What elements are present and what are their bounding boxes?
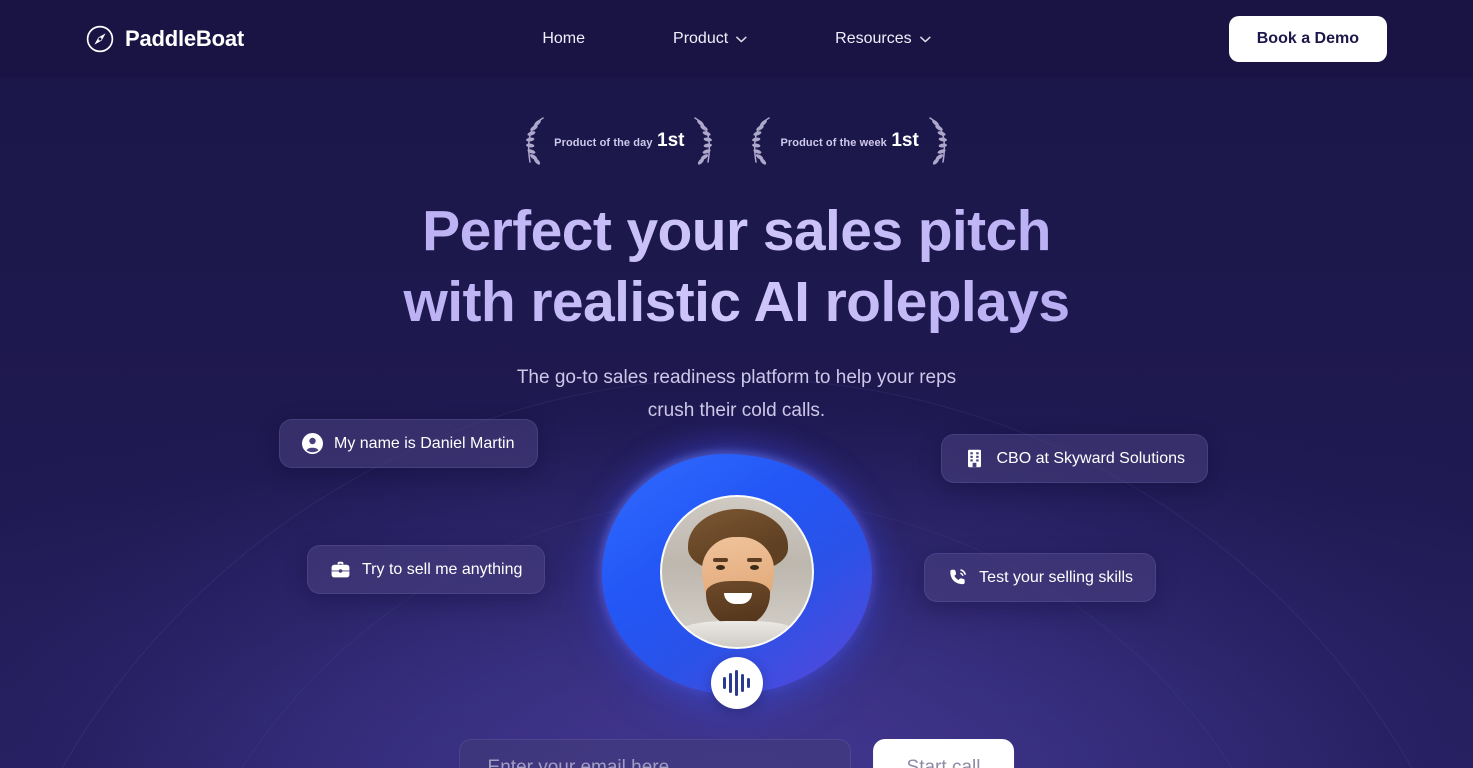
signup-cta: Start call: [458, 739, 1015, 768]
avatar-blob: [583, 436, 890, 713]
waveform-bar: [747, 678, 750, 689]
landing-page: PaddleBoat Home Product Resources Book a…: [0, 0, 1473, 768]
waveform-bar: [729, 673, 732, 694]
start-call-button[interactable]: Start call: [872, 739, 1015, 768]
award-badge-label: Product of the day: [554, 137, 653, 150]
email-input[interactable]: [458, 739, 851, 768]
nav-item-product[interactable]: Product: [629, 20, 791, 58]
brand-name: PaddleBoat: [125, 26, 245, 51]
audio-waveform-icon[interactable]: [710, 657, 763, 710]
subheading-line-2: crush their cold calls.: [647, 400, 826, 422]
main-navigation: Home Product Resources: [498, 20, 974, 58]
nav-item-label: Resources: [835, 30, 912, 47]
award-badge-product-of-the-day: Product of the day 1st: [522, 116, 716, 166]
laurel-right-icon: [923, 116, 951, 166]
hero-section: Product of the day 1st Product of the we…: [0, 78, 1473, 714]
book-a-demo-button[interactable]: Book a Demo: [1228, 16, 1387, 62]
award-badge-rank: 1st: [891, 130, 919, 152]
award-badge-label: Product of the week: [780, 137, 887, 150]
laurel-right-icon: [688, 116, 716, 166]
award-badge-product-of-the-week: Product of the week 1st: [748, 116, 950, 166]
compass-icon: [86, 25, 114, 53]
chevron-down-icon: [736, 36, 747, 43]
laurel-left-icon: [748, 116, 776, 166]
avatar-brow-right: [746, 557, 762, 562]
award-badge-text: Product of the week 1st: [778, 129, 920, 153]
award-badges: Product of the day 1st Product of the we…: [0, 116, 1473, 166]
avatar-brow-left: [712, 557, 728, 562]
waveform-bar: [741, 674, 744, 693]
nav-item-resources[interactable]: Resources: [791, 20, 974, 58]
award-badge-text: Product of the day 1st: [552, 129, 686, 153]
brand-logo[interactable]: PaddleBoat: [86, 25, 244, 53]
site-header: PaddleBoat Home Product Resources Book a…: [0, 0, 1473, 78]
avatar-stage: [0, 436, 1473, 714]
waveform-bar: [723, 677, 726, 690]
waveform-bar: [735, 670, 738, 697]
chevron-down-icon: [919, 36, 931, 43]
avatar-photo: [662, 497, 812, 647]
headline-line-1: Perfect your sales pitch: [422, 199, 1051, 263]
avatar-eye-left: [715, 564, 725, 570]
nav-item-label: Product: [673, 30, 729, 47]
page-title: Perfect your sales pitch with realistic …: [0, 196, 1473, 339]
avatar: [659, 494, 814, 649]
nav-item-home[interactable]: Home: [498, 20, 629, 58]
headline-line-2: with realistic AI roleplays: [403, 270, 1070, 335]
hero-subheading: The go-to sales readiness platform to he…: [0, 361, 1473, 429]
avatar-shirt: [679, 620, 796, 647]
avatar-eye-right: [749, 564, 759, 570]
nav-item-label: Home: [542, 30, 586, 47]
award-badge-rank: 1st: [657, 130, 685, 152]
laurel-left-icon: [522, 116, 550, 166]
subheading-line-1: The go-to sales readiness platform to he…: [516, 366, 957, 388]
